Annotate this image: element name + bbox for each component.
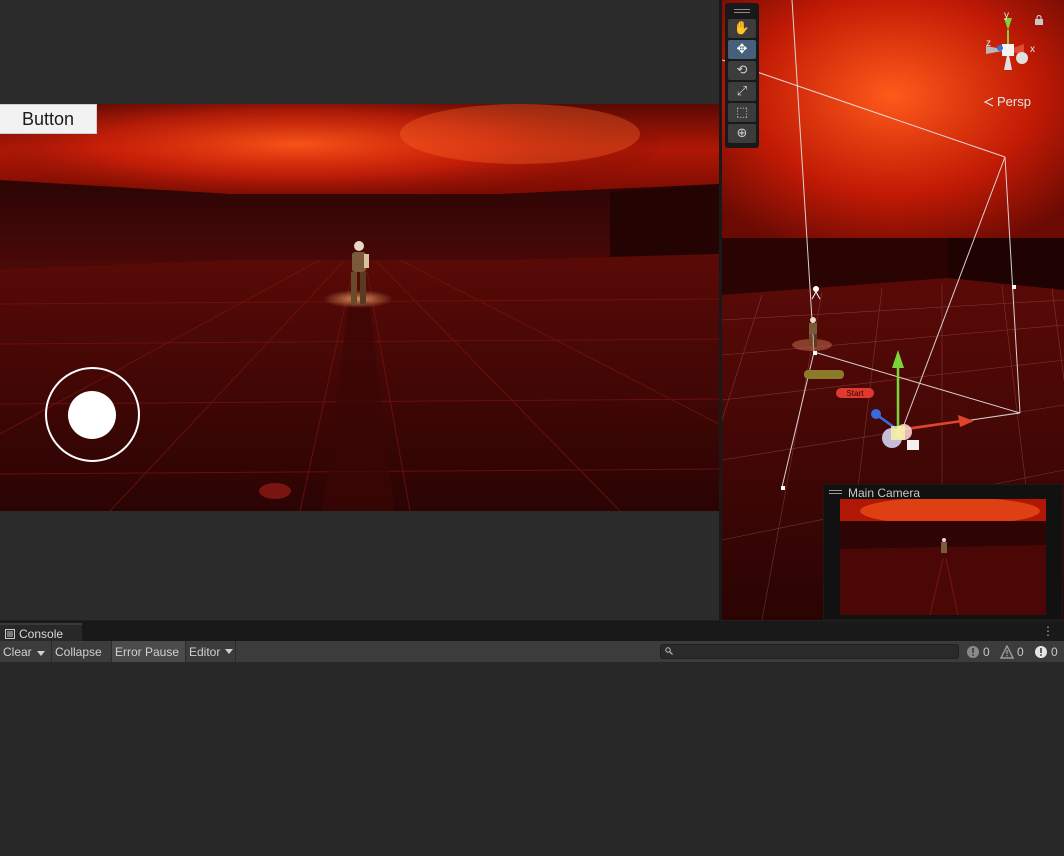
chevron-down-icon [225, 649, 234, 654]
console-tab-label: Console [19, 626, 64, 641]
lock-icon[interactable] [1034, 15, 1044, 25]
transform-tool[interactable]: ⊕ [728, 124, 756, 143]
rect-tool-icon: ⬚ [735, 105, 749, 120]
editor-label: Editor [189, 644, 221, 659]
hand-tool-icon: ✋ [733, 21, 751, 36]
hand-tool[interactable]: ✋ [728, 19, 756, 38]
error-pause-button[interactable]: Error Pause [112, 641, 186, 662]
error-icon [1035, 645, 1047, 658]
rotate-tool-icon: ⟲ [736, 63, 748, 78]
menu-icon[interactable] [829, 490, 842, 491]
orientation-gizmo-icon[interactable]: y z x [978, 8, 1058, 88]
scene-tools-toolbar: ✋ ✥ ⟲ ⤢ ⬚ ⊕ [725, 3, 759, 148]
start-tag-label: Start [847, 389, 865, 398]
more-options-icon[interactable]: ⋮ [1042, 624, 1054, 638]
scene-view-panel[interactable]: Start ✋ ✥ ⟲ ⤢ ⬚ ⊕ y z x Persp Main Camer… [722, 0, 1064, 620]
clear-label: Clear [3, 644, 32, 659]
console-tab-bar: Console ⋮ [0, 620, 1064, 642]
move-tool-icon: ✥ [736, 42, 748, 57]
scale-tool[interactable]: ⤢ [728, 82, 756, 101]
rect-tool[interactable]: ⬚ [728, 103, 756, 122]
console-panel: Console ⋮ Clear Collapse Error Pause Edi… [0, 620, 1064, 856]
ui-tag-yellow[interactable] [804, 370, 844, 379]
error-count-toggle[interactable]: 0 [1034, 643, 1058, 660]
console-search[interactable] [660, 644, 959, 659]
camera-preview-render [840, 499, 1046, 615]
camera-preview: Main Camera [823, 484, 1063, 620]
warning-icon [1000, 644, 1014, 659]
clear-dropdown-icon[interactable] [37, 645, 45, 659]
search-icon [665, 647, 673, 655]
perspective-icon [984, 96, 994, 107]
info-count: 0 [983, 644, 990, 659]
svg-text:x: x [1030, 44, 1035, 55]
collapse-button[interactable]: Collapse [52, 641, 112, 662]
console-toolbar: Clear Collapse Error Pause Editor 0 0 0 [0, 641, 1064, 663]
projection-label: Persp [997, 94, 1031, 109]
joystick-knob[interactable] [68, 391, 116, 439]
ui-button[interactable]: Button [0, 104, 97, 134]
rotate-tool[interactable]: ⟲ [728, 61, 756, 80]
search-input[interactable] [677, 645, 952, 658]
scale-tool-icon: ⤢ [736, 84, 748, 99]
warning-count: 0 [1017, 644, 1024, 659]
console-icon [5, 628, 15, 639]
toolbar-grip-icon[interactable] [734, 9, 750, 10]
move-tool[interactable]: ✥ [728, 40, 756, 59]
warning-count-toggle[interactable]: 0 [1000, 643, 1024, 660]
collapse-label: Collapse [55, 644, 102, 659]
editor-dropdown[interactable]: Editor [186, 641, 236, 662]
projection-toggle[interactable]: Persp [984, 94, 1031, 109]
transform-tool-icon: ⊕ [736, 126, 748, 141]
clear-button[interactable]: Clear [0, 641, 52, 662]
game-view-panel: Button [0, 0, 719, 620]
info-count-toggle[interactable]: 0 [966, 643, 990, 660]
error-count: 0 [1051, 644, 1058, 659]
error-pause-label: Error Pause [115, 644, 180, 659]
svg-text:z: z [986, 38, 991, 49]
console-tab[interactable]: Console [0, 623, 82, 642]
console-log-area[interactable] [0, 662, 1064, 856]
svg-text:y: y [1004, 10, 1009, 21]
info-icon [967, 645, 979, 658]
